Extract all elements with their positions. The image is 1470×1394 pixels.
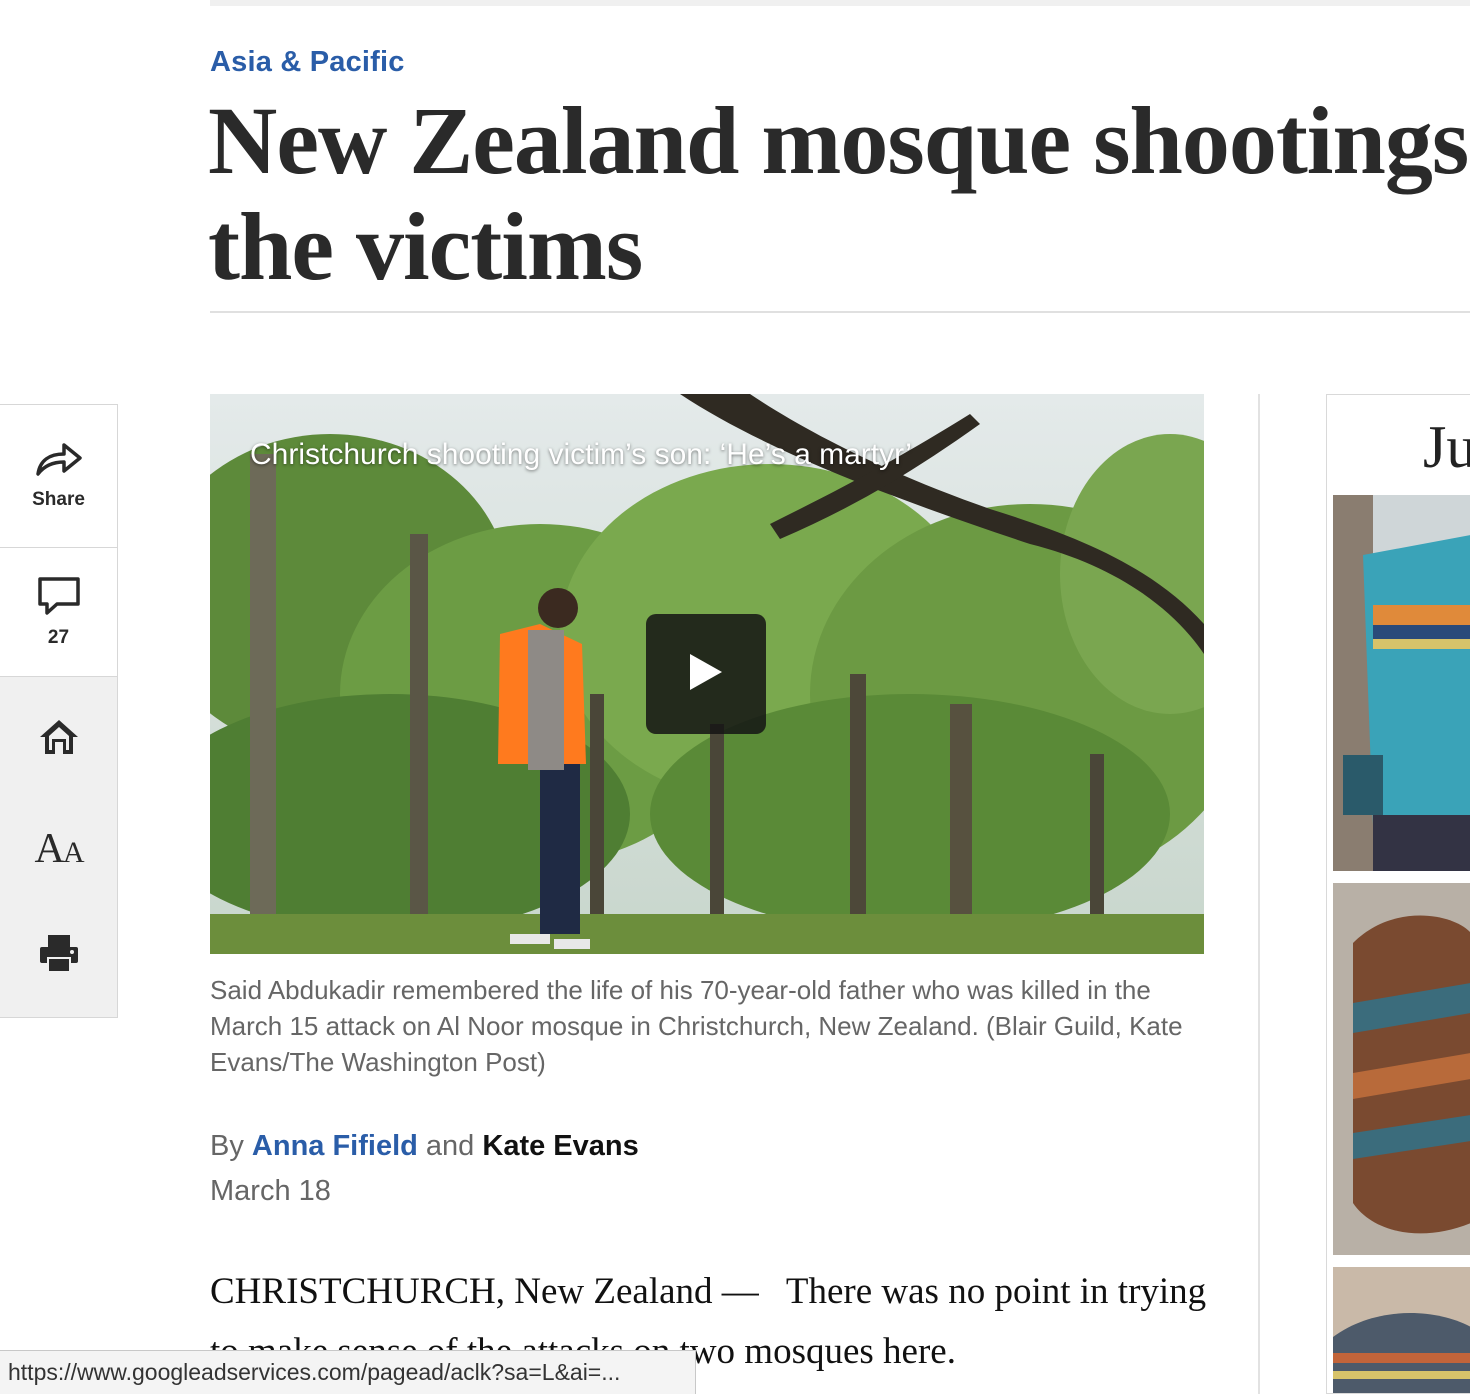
section-kicker[interactable]: Asia & Pacific <box>210 46 405 79</box>
top-rule <box>210 0 1470 6</box>
byline: By Anna Fifield and Kate Evans <box>210 1130 639 1163</box>
headline-line-2: the victims <box>208 193 643 300</box>
video-title: Christchurch shooting victim’s son: ‘He’… <box>250 438 912 471</box>
browser-status-bar: https://www.googleadservices.com/pagead/… <box>0 1350 696 1394</box>
video-player[interactable]: Christchurch shooting victim’s son: ‘He’… <box>210 394 1204 954</box>
text-size-button[interactable]: AA <box>0 799 117 899</box>
video-caption: Said Abdukadir remembered the life of hi… <box>210 975 1183 1077</box>
advertisement[interactable]: Ju <box>1326 394 1470 1394</box>
ad-image-yoke[interactable] <box>1333 1267 1470 1393</box>
publish-date: March 18 <box>210 1175 331 1207</box>
share-label: Share <box>32 488 85 510</box>
home-icon <box>38 717 80 762</box>
tools-panel: AA <box>0 676 118 1018</box>
headline-line-1: New Zealand mosque shootings: <box>208 87 1470 194</box>
byline-by: By <box>210 1130 244 1162</box>
section-link[interactable]: Asia & Pacific <box>210 46 405 78</box>
play-icon <box>688 652 724 697</box>
dateline: CHRISTCHURCH, New Zealand — <box>210 1271 759 1312</box>
comment-bubble-icon <box>37 576 81 621</box>
print-icon <box>38 932 80 979</box>
comment-count: 27 <box>47 626 70 648</box>
author-kate-evans: Kate Evans <box>482 1130 639 1162</box>
right-rail-divider <box>1258 394 1260 1394</box>
byline-and: and <box>425 1130 475 1162</box>
ad-headline: Ju <box>1423 414 1470 480</box>
ad-image-sweater[interactable] <box>1333 495 1470 871</box>
home-button[interactable] <box>0 689 117 789</box>
share-button[interactable]: Share <box>0 404 118 548</box>
print-button[interactable] <box>0 905 117 1005</box>
article-headline: New Zealand mosque shootings: the victim… <box>208 88 1470 300</box>
author-link-anna-fifield[interactable]: Anna Fifield <box>252 1130 418 1162</box>
text-size-icon: AA <box>34 826 84 872</box>
comments-button[interactable]: 27 <box>0 547 118 677</box>
sharebar: Share 27 AA <box>0 404 118 1018</box>
play-button[interactable] <box>646 614 766 734</box>
headline-divider <box>210 311 1470 313</box>
ad-image-wrap[interactable] <box>1333 883 1470 1255</box>
share-arrow-icon <box>34 442 84 483</box>
